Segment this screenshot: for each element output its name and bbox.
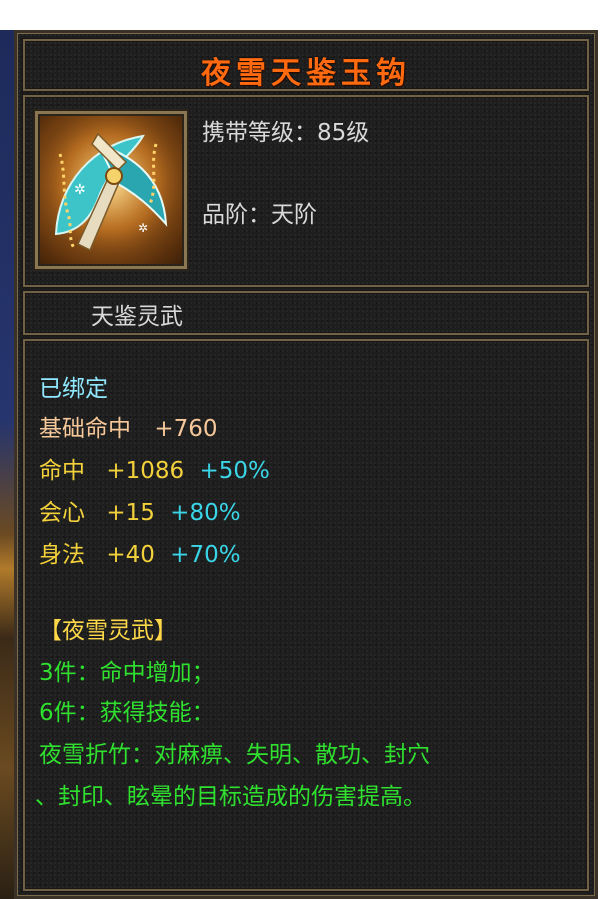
- stat-base-hit: 基础命中 +760: [39, 409, 217, 443]
- background-scene: [0, 30, 14, 899]
- stat-label: 基础命中: [39, 416, 131, 442]
- stat-agility: 身法 +40 +70%: [39, 535, 241, 569]
- set-bonus-name: 【夜雪灵武】: [39, 618, 177, 644]
- set-title: 天鉴灵武: [91, 304, 183, 330]
- item-icon-frame: ✲ ✲: [35, 111, 187, 269]
- stat-value: +15: [106, 500, 155, 526]
- skill-description-line: 、封印、眩晕的目标造成的伤害提高。: [35, 784, 426, 810]
- item-grade: 品阶：天阶: [202, 202, 317, 228]
- stat-hit: 命中 +1086 +50%: [39, 451, 270, 485]
- jade-hook-weapon-icon: ✲ ✲: [38, 114, 184, 266]
- stat-bonus: +80%: [170, 500, 241, 526]
- set-bonus-3pc: 3件：命中增加；: [39, 660, 215, 686]
- stat-bonus: +50%: [199, 458, 270, 484]
- skill-description-line: 夜雪折竹：对麻痹、失明、散功、封穴: [39, 742, 430, 768]
- item-tooltip-panel: 夜雪天鉴玉钩 ✲ ✲ 携带等级：85级 品阶：天阶 天鉴灵武 已绑定 基础命中 …: [14, 30, 598, 899]
- stat-crit: 会心 +15 +80%: [39, 493, 241, 527]
- stat-value: +1086: [106, 458, 185, 484]
- bound-status: 已绑定: [39, 376, 108, 402]
- title-frame: 夜雪天鉴玉钩: [23, 39, 589, 91]
- item-name: 夜雪天鉴玉钩: [201, 56, 411, 91]
- stat-label: 命中: [39, 458, 85, 484]
- stat-bonus: +70%: [170, 542, 241, 568]
- set-bonus-6pc: 6件：获得技能：: [39, 700, 215, 726]
- svg-text:✲: ✲: [74, 182, 86, 198]
- stat-label: 会心: [39, 500, 85, 526]
- carry-level: 携带等级：85级: [202, 120, 370, 146]
- stat-label: 身法: [39, 542, 85, 568]
- svg-text:✲: ✲: [138, 221, 148, 235]
- stat-value: +760: [154, 416, 218, 442]
- stat-value: +40: [106, 542, 155, 568]
